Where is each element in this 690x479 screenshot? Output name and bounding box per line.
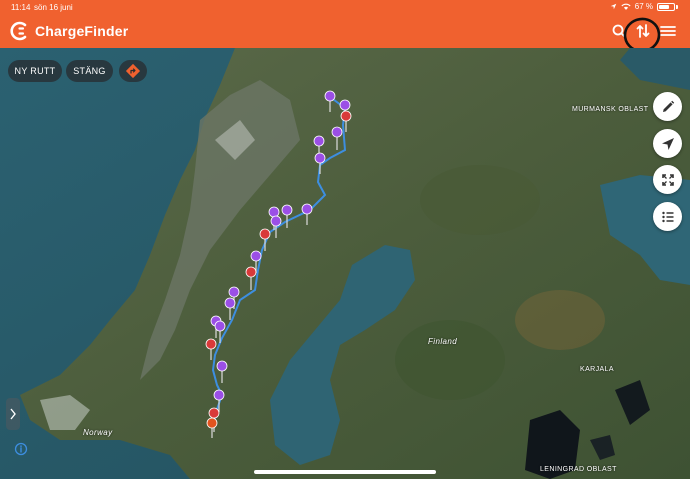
fullscreen-icon — [661, 173, 674, 186]
app-header: ChargeFinder — [0, 16, 690, 48]
status-time: 11:14 — [11, 3, 31, 12]
charger-pin[interactable] — [314, 152, 326, 174]
map-label-murmansk: MURMANSK OBLAST — [572, 106, 649, 113]
charger-pin[interactable] — [340, 110, 352, 132]
map-label-karjala: KARJALA — [580, 366, 614, 373]
charger-pin[interactable] — [216, 360, 228, 383]
status-date: sön 16 juni — [34, 3, 73, 12]
locate-me-button[interactable] — [653, 129, 682, 158]
app-topbar: 11:14 sön 16 juni 67 % ChargeFinder — [0, 0, 690, 48]
fullscreen-button[interactable] — [653, 165, 682, 194]
app-title: ChargeFinder — [35, 23, 129, 39]
pencil-icon — [662, 100, 674, 112]
map-label-finland: Finland — [428, 337, 458, 346]
list-view-button[interactable] — [653, 202, 682, 231]
list-icon — [661, 211, 673, 222]
charger-pin[interactable] — [270, 215, 282, 238]
close-route-button[interactable]: STÄNG — [66, 60, 113, 82]
charger-pin[interactable] — [205, 338, 217, 360]
charger-pin[interactable] — [331, 126, 343, 150]
status-bar: 11:14 sön 16 juni 67 % — [0, 0, 690, 16]
charger-pin[interactable] — [245, 266, 257, 290]
side-panel-handle[interactable] — [6, 398, 20, 430]
turn-right-icon — [125, 63, 141, 79]
charger-pin[interactable] — [281, 204, 293, 228]
chargefinder-logo-icon — [10, 21, 27, 41]
home-indicator[interactable] — [254, 470, 436, 474]
edit-route-button[interactable] — [653, 92, 682, 121]
directions-button[interactable] — [119, 60, 147, 82]
map-label-norway: Norway — [83, 428, 113, 437]
info-icon[interactable] — [14, 442, 28, 456]
new-route-button[interactable]: NY RUTT — [8, 60, 62, 82]
battery-tip — [676, 4, 678, 9]
location-arrow-icon — [610, 3, 617, 10]
charger-pin[interactable] — [324, 90, 336, 112]
charger-pin[interactable] — [301, 203, 313, 225]
destination-pin[interactable] — [206, 417, 218, 438]
navigation-arrow-icon — [661, 137, 674, 150]
map-label-leningrad: LENINGRAD OBLAST — [540, 466, 617, 473]
charger-pin[interactable] — [259, 228, 271, 251]
